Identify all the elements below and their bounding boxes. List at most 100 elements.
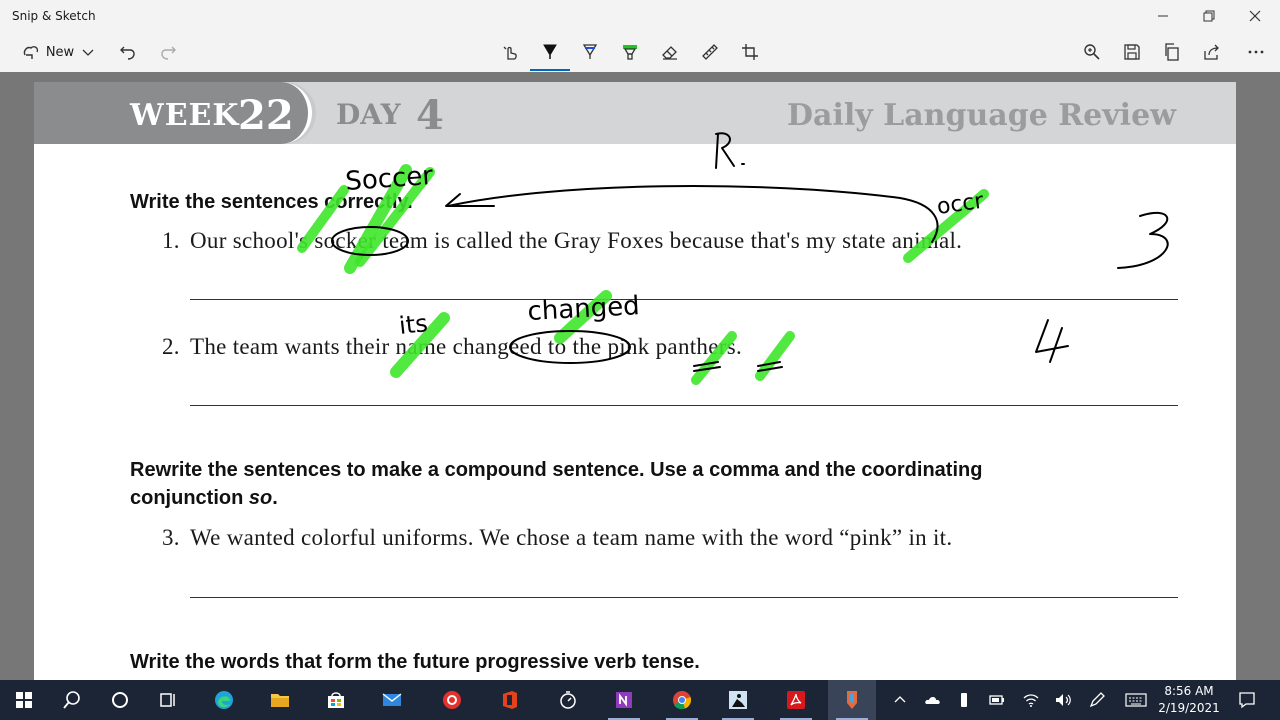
highlighter-button[interactable] [614, 36, 646, 68]
onedrive-tray[interactable] [918, 680, 948, 720]
show-hidden-icons-button[interactable] [888, 680, 912, 720]
volume-tray[interactable] [1048, 680, 1078, 720]
more-options-button[interactable] [1240, 36, 1272, 68]
chrome-icon [673, 691, 692, 710]
save-button[interactable] [1116, 36, 1148, 68]
new-label: New [45, 44, 75, 60]
copy-icon [1165, 43, 1179, 61]
snip-sketch-window: Snip & Sketch New WEEK 22 DAY 4 Daily La… [0, 0, 1280, 720]
search-button[interactable] [48, 680, 96, 720]
chevron-down-icon [82, 49, 94, 56]
new-snip-icon [23, 46, 38, 59]
zoom-button[interactable] [1076, 36, 1108, 68]
taskbar-office[interactable] [486, 680, 534, 720]
task-view-icon [160, 693, 175, 707]
taskbar-chrome[interactable] [658, 680, 706, 720]
file-explorer-icon [271, 694, 289, 707]
usb-drive-icon [961, 693, 967, 707]
new-snip-button[interactable]: New [10, 36, 106, 68]
taskbar-screen-recorder[interactable] [428, 680, 476, 720]
volume-icon [1056, 694, 1071, 706]
sentence-3: 3. We wanted colorful uniforms. We chose … [162, 525, 952, 551]
timer-icon [560, 691, 576, 709]
keyboard-icon [1125, 693, 1147, 707]
taskbar-timer[interactable] [544, 680, 592, 720]
crop-icon [742, 44, 758, 60]
pencil-button[interactable] [574, 36, 606, 68]
section2-line2-suffix: . [272, 487, 278, 509]
task-view-button[interactable] [144, 680, 192, 720]
ballpoint-pen-icon [543, 44, 557, 59]
taskbar-store[interactable] [312, 680, 360, 720]
brand-title: Daily Language Review [787, 98, 1176, 133]
snip-canvas[interactable]: WEEK 22 DAY 4 Daily Language Review Writ… [0, 72, 1280, 680]
kindle-icon [729, 691, 747, 709]
sentence-3-number: 3. [162, 525, 180, 550]
eraser-icon [662, 46, 677, 60]
save-icon [1124, 44, 1140, 60]
eraser-button[interactable] [654, 36, 686, 68]
minimize-button[interactable] [1140, 0, 1186, 32]
taskbar-edge[interactable] [200, 680, 248, 720]
clock-time: 8:56 AM [1164, 684, 1214, 698]
undo-button[interactable] [112, 36, 144, 68]
section1-instruction: Write the sentences correctly. [130, 191, 413, 213]
sentence-1-number: 1. [162, 228, 180, 253]
minimize-icon [1158, 15, 1168, 17]
taskbar-mail[interactable] [368, 680, 416, 720]
redo-icon [161, 46, 176, 60]
taskbar-onenote[interactable] [600, 680, 648, 720]
section3-instruction: Write the words that form the future pro… [130, 651, 700, 673]
zoom-icon [1084, 44, 1100, 60]
onenote-icon [616, 692, 632, 708]
touch-writing-button[interactable] [494, 36, 526, 68]
taskbar-kindle[interactable] [714, 680, 762, 720]
start-button[interactable] [0, 680, 48, 720]
pen-workspace-tray[interactable] [1082, 680, 1112, 720]
worksheet-header: WEEK 22 DAY 4 Daily Language Review [34, 82, 1236, 144]
clock-date: 2/19/2021 [1158, 701, 1220, 715]
section2-instruction-line2: conjunction so. [130, 484, 1130, 512]
answer-line-1 [190, 299, 1178, 300]
redo-button[interactable] [152, 36, 184, 68]
search-icon [63, 691, 80, 709]
taskbar-snip-sketch[interactable] [828, 680, 876, 720]
copy-button[interactable] [1156, 36, 1188, 68]
notification-icon [1239, 692, 1255, 709]
action-center-button[interactable] [1232, 680, 1262, 720]
touch-writing-icon [503, 46, 517, 60]
battery-icon [989, 695, 1004, 705]
touch-keyboard-tray[interactable] [1118, 680, 1154, 720]
office-icon [503, 691, 517, 709]
week-tab: WEEK 22 [34, 82, 312, 144]
day-number: 4 [416, 92, 444, 139]
taskbar-file-explorer[interactable] [256, 680, 304, 720]
crop-button[interactable] [734, 36, 766, 68]
acrobat-icon [787, 691, 805, 709]
screen-recorder-icon [443, 691, 461, 709]
system-clock[interactable]: 8:56 AM 2/19/2021 [1154, 683, 1224, 717]
ruler-icon [702, 44, 718, 60]
restore-button[interactable] [1186, 0, 1232, 32]
more-icon [1248, 50, 1264, 54]
undo-icon [120, 46, 135, 60]
store-icon [328, 692, 344, 708]
selected-tool-indicator [530, 69, 570, 71]
wifi-icon [1023, 694, 1039, 707]
sentence-2-number: 2. [162, 334, 180, 359]
ballpoint-pen-button[interactable] [534, 36, 566, 68]
pen-icon [1089, 692, 1105, 708]
section2-line2-emphasis: so [248, 487, 273, 509]
cortana-button[interactable] [96, 680, 144, 720]
sentence-3-text: We wanted colorful uniforms. We chose a … [190, 525, 953, 550]
battery-tray[interactable] [982, 680, 1012, 720]
usb-tray[interactable] [950, 680, 978, 720]
ruler-button[interactable] [694, 36, 726, 68]
wifi-tray[interactable] [1016, 680, 1046, 720]
toolbar: New [0, 32, 1280, 72]
taskbar-acrobat[interactable] [772, 680, 820, 720]
close-button[interactable] [1232, 0, 1278, 32]
highlighter-icon [623, 45, 637, 60]
mail-icon [382, 693, 402, 706]
share-button[interactable] [1196, 36, 1228, 68]
